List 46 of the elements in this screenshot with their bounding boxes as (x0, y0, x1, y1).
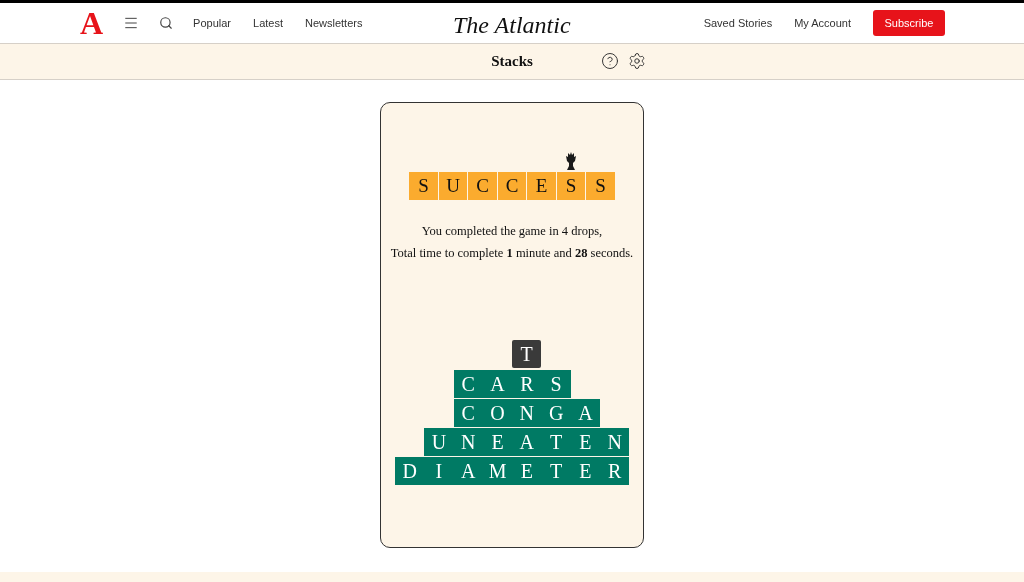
logo[interactable]: A (80, 7, 104, 39)
stack-letter: A (489, 371, 506, 397)
nav-link[interactable]: Newsletters (305, 14, 363, 32)
stack-letter: E (519, 458, 534, 484)
stack-letter: E (578, 458, 593, 484)
stack-letter: N (606, 429, 623, 455)
stack-letter: R (607, 458, 623, 484)
letter-tile: S (586, 172, 615, 200)
stack-letter: A (460, 458, 477, 484)
stack-letter: N (518, 400, 536, 426)
result-text: Total time to complete 1 minute and 28 seconds. (390, 244, 634, 262)
stack-letter: C (460, 400, 476, 426)
stack-letter: C (460, 371, 476, 397)
menu-icon[interactable] (123, 15, 140, 31)
letter-tile: U (438, 172, 468, 200)
letter-tile: E (527, 172, 556, 200)
stack-letter: O (489, 400, 506, 426)
settings-icon[interactable] (628, 52, 646, 70)
stack-letter: T (549, 429, 564, 455)
search-icon[interactable] (159, 16, 174, 30)
result-text: You completed the game in 4 drops, (421, 223, 603, 240)
help-icon[interactable] (601, 52, 619, 70)
stack-letter: U (430, 429, 448, 455)
stack-letter: M (487, 458, 508, 484)
stack-letter: E (578, 429, 593, 455)
account-link[interactable]: My Account (794, 14, 851, 32)
subscribe-button[interactable]: Subscribe (873, 10, 945, 36)
stack-letter: A (518, 429, 536, 455)
stack-letter: D (401, 458, 418, 484)
stack-letter: T (549, 458, 564, 484)
nav-link[interactable]: Latest (253, 14, 283, 32)
account-link[interactable]: Saved Stories (703, 14, 773, 32)
stack-letter: A (577, 400, 594, 426)
game-title: Stacks (491, 52, 533, 72)
letter-tile: C (468, 172, 497, 200)
letter-tile: C (497, 172, 527, 200)
falling-tile[interactable]: T (512, 339, 542, 368)
nav-link[interactable]: Popular (193, 14, 232, 32)
stack-letter: R (519, 371, 535, 397)
stack-letter: N (460, 429, 477, 455)
stack-letter: S (549, 371, 563, 397)
stack-letter: E (490, 429, 505, 455)
masthead[interactable]: The Atlantic (453, 7, 571, 43)
letter-tile: S (409, 172, 438, 200)
stack-letter: I (434, 458, 444, 484)
stack-letter: G (547, 400, 565, 426)
